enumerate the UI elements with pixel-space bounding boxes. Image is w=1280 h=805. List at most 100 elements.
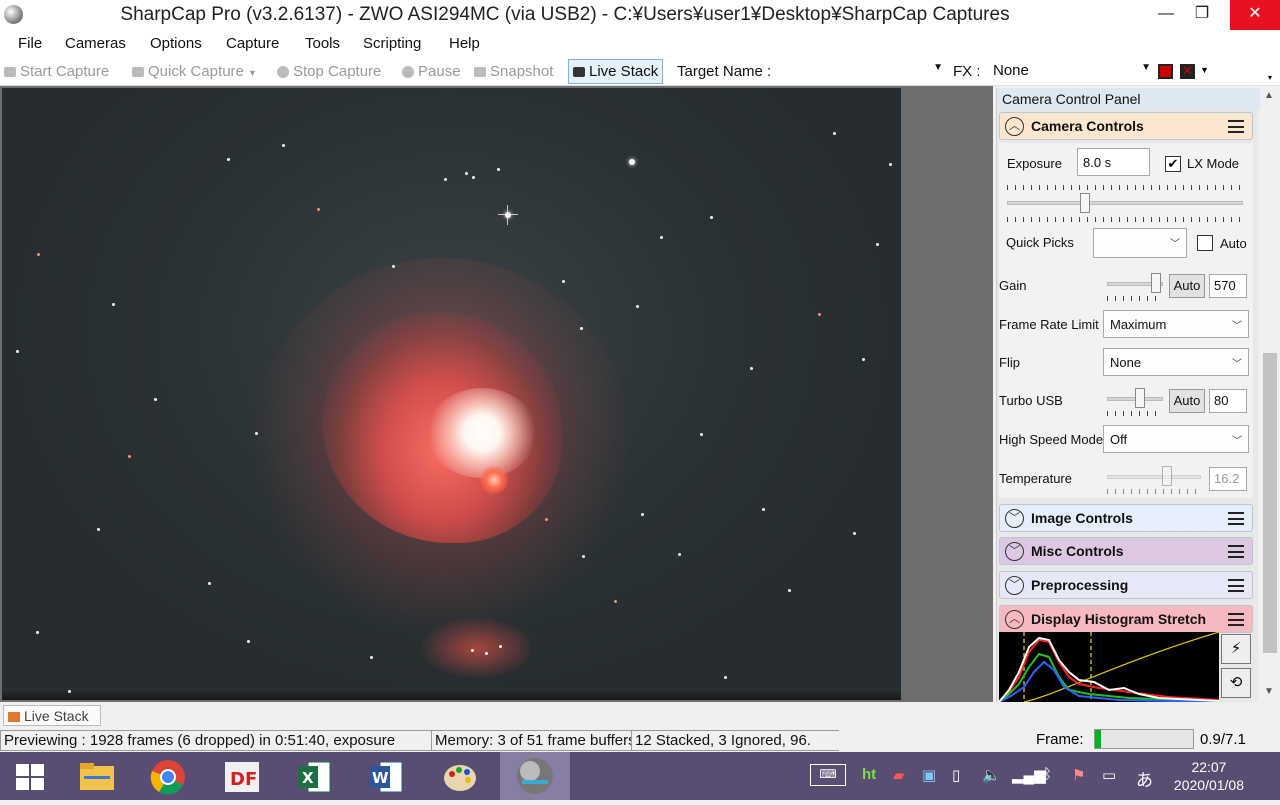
folder-icon [80, 763, 114, 790]
tab-live-stack[interactable]: Live Stack [3, 705, 101, 726]
chevron-down-icon: ﹀ [1232, 436, 1242, 447]
display-histogram-stretch-header[interactable]: ︿ Display Histogram Stretch [999, 605, 1253, 633]
flip-select[interactable]: None ﹀ [1103, 348, 1249, 376]
menu-options[interactable]: Options [150, 35, 202, 52]
turbo-usb-auto-button[interactable]: Auto [1169, 389, 1205, 413]
hamburger-menu-icon[interactable] [1228, 545, 1244, 558]
target-name-label: Target Name : [677, 63, 772, 80]
svg-text:W: W [372, 769, 389, 787]
dropdown-arrow-icon[interactable]: ▼ [1200, 65, 1209, 75]
star [485, 652, 488, 655]
misc-controls-header[interactable]: ﹀ Misc Controls [999, 537, 1253, 565]
chevron-down-icon[interactable]: ﹀ [1005, 576, 1024, 595]
reset-stretch-button[interactable]: ⟲ [1221, 668, 1251, 698]
menu-scripting[interactable]: Scripting [363, 35, 421, 52]
maximize-button[interactable]: ❐ [1180, 0, 1224, 30]
quick-capture-button[interactable]: Quick Capture ▼ [132, 63, 257, 80]
status-memory: Memory: 3 of 51 frame buffers [431, 730, 632, 751]
battery-icon[interactable]: ▯ [952, 766, 960, 784]
image-viewer[interactable] [0, 86, 993, 702]
reticle-icon[interactable] [1158, 64, 1173, 79]
display-icon[interactable]: ▭ [1102, 766, 1116, 784]
star [710, 216, 713, 219]
scrollbar-thumb[interactable] [1263, 353, 1277, 653]
chevron-up-icon[interactable]: ︿ [1005, 610, 1024, 629]
start-capture-button[interactable]: Start Capture [4, 63, 109, 80]
hamburger-menu-icon[interactable] [1228, 120, 1244, 133]
turbo-usb-input[interactable]: 80 [1209, 389, 1247, 413]
tab-label: Live Stack [24, 708, 89, 724]
gain-auto-button[interactable]: Auto [1169, 274, 1205, 298]
menu-help[interactable]: Help [449, 35, 480, 52]
star [562, 280, 565, 283]
bluetooth-icon[interactable]: ᛒ [1043, 766, 1052, 783]
sharpcap-taskbar-icon[interactable] [500, 752, 570, 800]
image-controls-header[interactable]: ﹀ Image Controls [999, 504, 1253, 532]
flag-icon[interactable]: ⚑ [1072, 766, 1085, 784]
file-explorer-icon[interactable] [77, 758, 117, 796]
signal-icon[interactable]: ▂▄▆ [1012, 766, 1046, 784]
quick-picks-select[interactable]: ﹀ [1093, 228, 1187, 258]
auto-checkbox[interactable] [1197, 235, 1213, 251]
quick-picks-label: Quick Picks [1006, 235, 1074, 250]
word-icon[interactable]: W [366, 758, 406, 796]
stop-capture-button[interactable]: Stop Capture [277, 63, 381, 80]
excel-icon[interactable]: X [294, 758, 334, 796]
exposure-input[interactable]: 8.0 s [1077, 148, 1150, 176]
chevron-down-icon[interactable]: ﹀ [1005, 509, 1024, 528]
windows-start-button[interactable] [10, 758, 50, 796]
fx-label: FX : [953, 63, 981, 80]
histogram-plot[interactable] [999, 632, 1219, 702]
paint-icon[interactable] [440, 758, 480, 796]
pause-button[interactable]: Pause [402, 63, 461, 80]
gain-slider-thumb[interactable] [1151, 273, 1161, 293]
close-button[interactable]: ✕ [1230, 0, 1280, 30]
hamburger-menu-icon[interactable] [1228, 579, 1244, 592]
exposure-ticks [1007, 185, 1243, 190]
deepskystacker-icon[interactable]: DF [222, 758, 262, 796]
menu-file[interactable]: File [18, 35, 42, 52]
exposure-slider-thumb[interactable] [1080, 193, 1090, 213]
preprocessing-header[interactable]: ﹀ Preprocessing [999, 571, 1253, 599]
ime-indicator[interactable]: あ [1136, 766, 1153, 791]
keyboard-icon[interactable]: ⌨ [810, 764, 846, 786]
turbo-usb-slider-thumb[interactable] [1135, 388, 1145, 408]
auto-stretch-button[interactable]: ⚡ [1221, 634, 1251, 664]
crosshair-icon[interactable]: ✕ [1180, 64, 1195, 79]
chevron-down-icon[interactable]: ﹀ [1005, 542, 1024, 561]
volume-icon[interactable]: 🔈 [982, 766, 1001, 784]
network-tray-icon[interactable]: ▣ [922, 766, 936, 784]
frame-progress-bar [1094, 729, 1194, 749]
high-speed-mode-select[interactable]: Off ﹀ [1103, 425, 1249, 453]
snapshot-button[interactable]: Snapshot [474, 63, 553, 80]
live-stack-button[interactable]: Live Stack [568, 59, 664, 84]
chrome-icon[interactable] [148, 758, 188, 796]
panel-scrollbar[interactable]: ▲ ▼ [1260, 88, 1280, 702]
target-name-combo[interactable]: ▼ [788, 62, 945, 82]
acrobat-tray-icon[interactable]: ▰ [893, 766, 905, 784]
clock[interactable]: 22:07 2020/01/08 [1174, 758, 1244, 794]
dropdown-arrow-icon[interactable]: ▼ [248, 68, 257, 78]
fx-combo[interactable]: None ▼ [993, 62, 1153, 82]
gain-input[interactable]: 570 [1209, 274, 1247, 298]
chevron-up-icon[interactable]: ︿ [1005, 117, 1024, 136]
menu-tools[interactable]: Tools [305, 35, 340, 52]
star [833, 132, 836, 135]
star [16, 350, 19, 353]
scroll-up-icon[interactable]: ▲ [1264, 90, 1274, 101]
live-image[interactable] [2, 88, 901, 700]
menu-capture[interactable]: Capture [226, 35, 279, 52]
frame-rate-limit-select[interactable]: Maximum ﹀ [1103, 310, 1249, 338]
menu-cameras[interactable]: Cameras [65, 35, 126, 52]
camera-controls-header[interactable]: ︿ Camera Controls [999, 112, 1253, 140]
star [68, 690, 71, 693]
toolbar-overflow-icon[interactable]: ▾ [1268, 73, 1272, 82]
scroll-down-icon[interactable]: ▼ [1264, 686, 1274, 697]
hamburger-menu-icon[interactable] [1228, 512, 1244, 525]
frame-value: 0.9/7.1 [1200, 731, 1246, 748]
hamburger-menu-icon[interactable] [1228, 613, 1244, 626]
ht-tray-icon[interactable]: ht [862, 766, 876, 783]
lx-mode-checkbox[interactable]: ✔ [1165, 156, 1181, 172]
status-previewing: Previewing : 1928 frames (6 dropped) in … [0, 730, 432, 751]
exposure-slider[interactable] [1007, 201, 1243, 205]
